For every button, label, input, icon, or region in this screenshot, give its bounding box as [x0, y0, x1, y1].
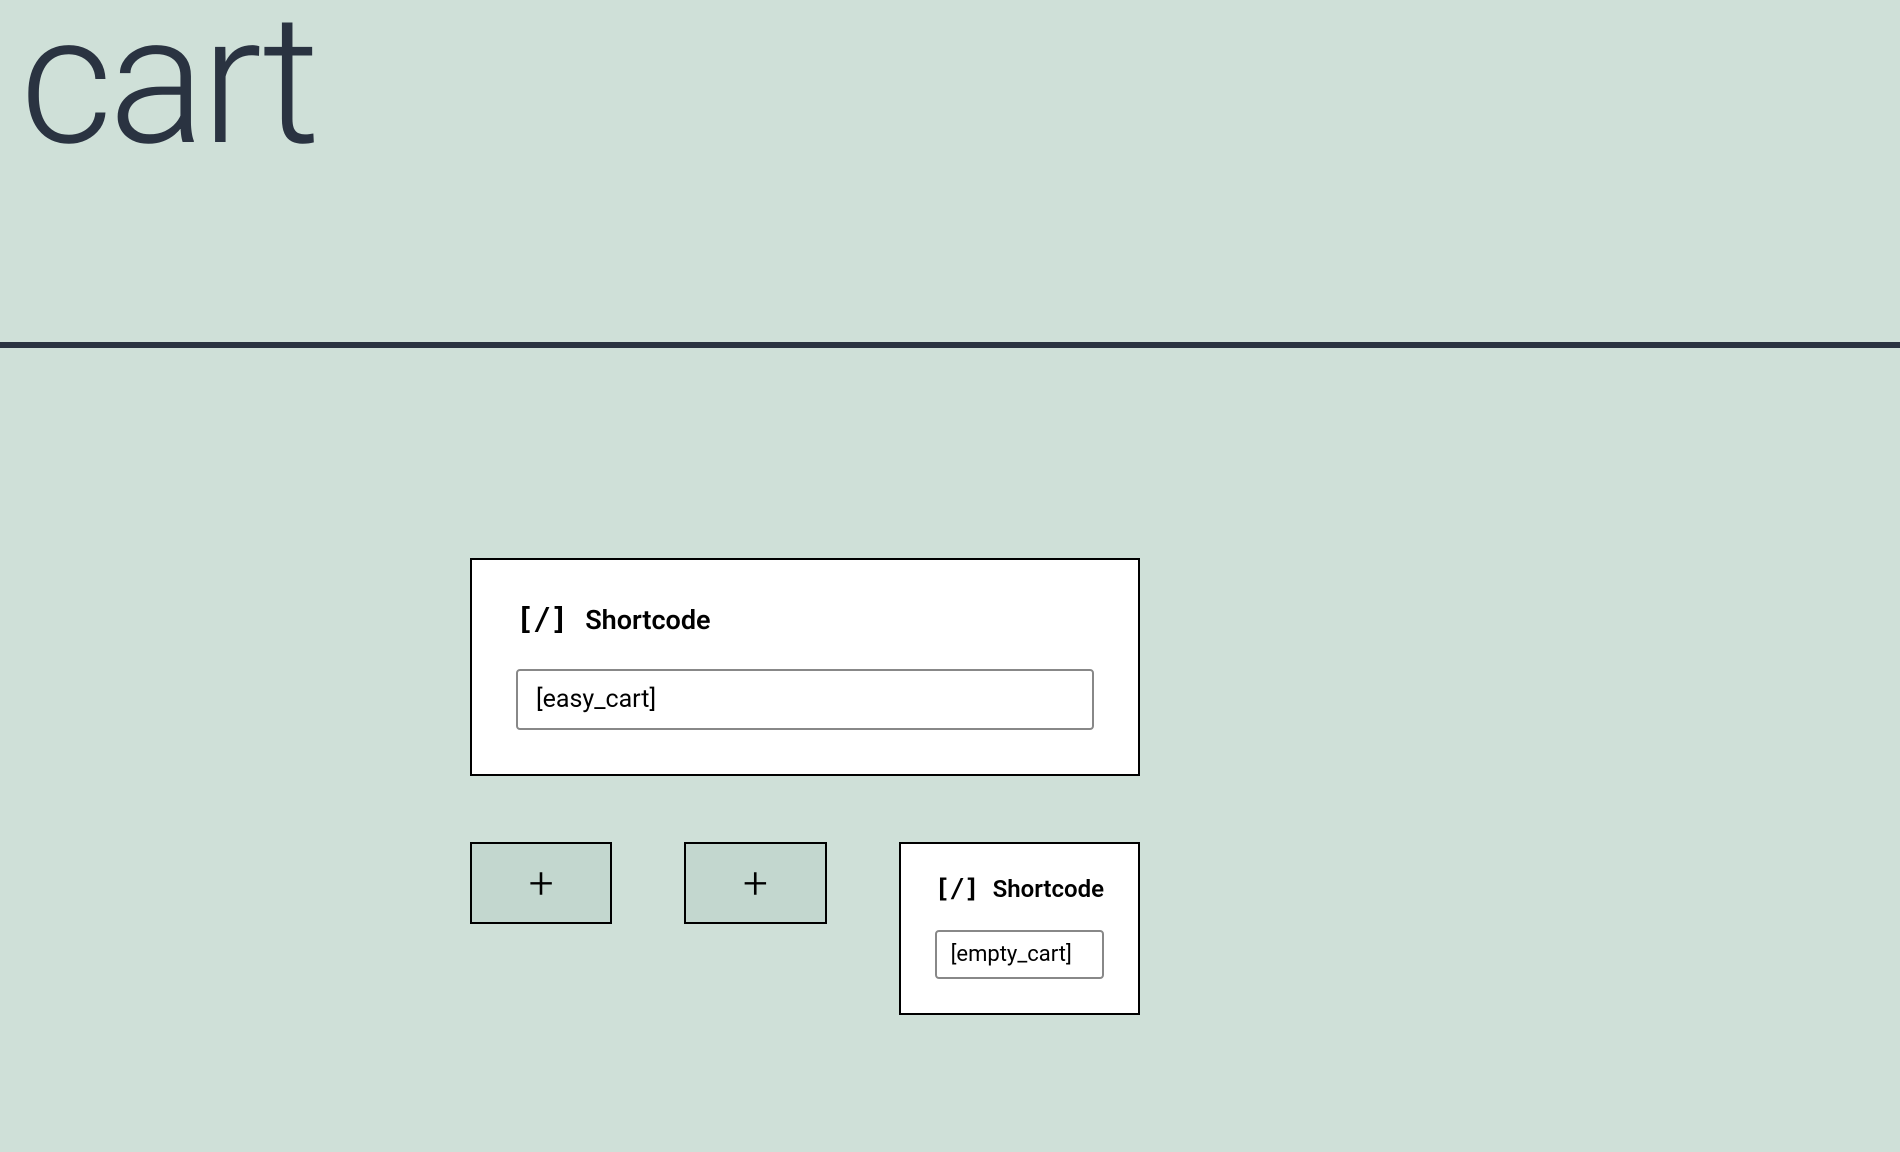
block-label: Shortcode — [585, 604, 710, 636]
shortcode-block-main[interactable]: [/] Shortcode — [470, 558, 1140, 776]
shortcode-input-empty-cart[interactable] — [935, 930, 1104, 979]
block-label: Shortcode — [993, 875, 1104, 903]
editor-content: [/] Shortcode + + [/] Shortcode — [0, 348, 1900, 1015]
block-header: [/] Shortcode — [935, 874, 1104, 904]
block-header: [/] Shortcode — [516, 602, 1094, 637]
page-title: cart — [0, 0, 1900, 162]
add-block-button-col1[interactable]: + — [470, 842, 612, 924]
shortcode-block-empty-cart[interactable]: [/] Shortcode — [899, 842, 1140, 1015]
shortcode-icon: [/] — [516, 602, 567, 637]
plus-icon: + — [529, 861, 554, 905]
shortcode-input-main[interactable] — [516, 669, 1094, 730]
shortcode-icon: [/] — [935, 874, 979, 904]
plus-icon: + — [743, 861, 768, 905]
add-block-button-col2[interactable]: + — [684, 842, 826, 924]
columns-row: + + [/] Shortcode — [470, 842, 1140, 1015]
